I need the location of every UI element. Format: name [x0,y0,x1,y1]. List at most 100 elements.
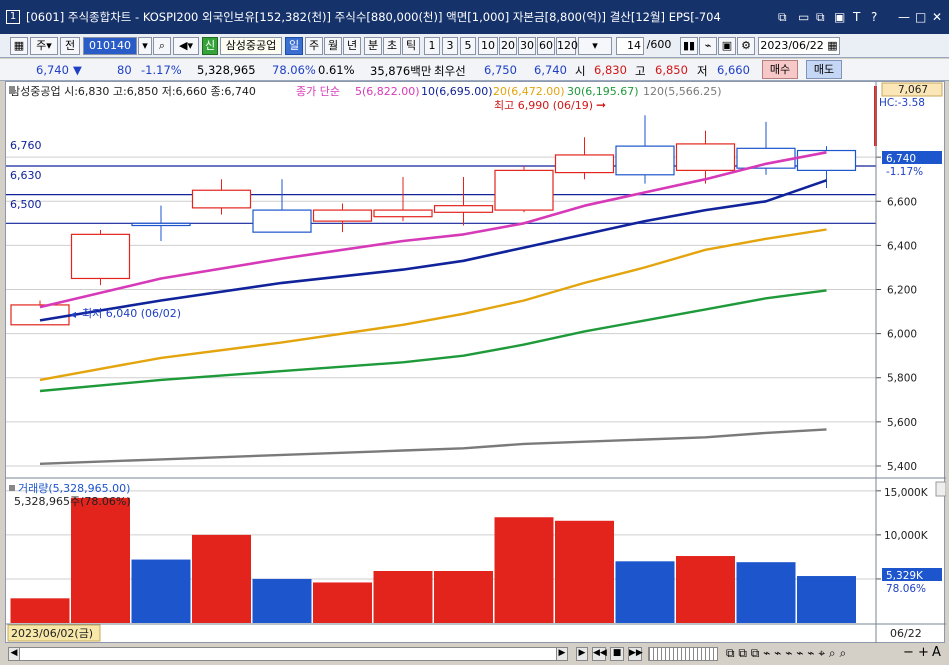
volume-value: 5,328,965 [197,63,256,77]
interval-1[interactable]: 1 [424,37,440,55]
price-tick-label: 6,400 [887,240,917,252]
save-icon[interactable]: ▣ [718,37,736,55]
volume-ratio: 78.06% [272,63,316,77]
period-tick[interactable]: 틱 [402,37,420,55]
sell-button[interactable]: 매도 [806,60,842,79]
text-icon[interactable]: T [853,10,860,24]
period-week[interactable]: 주 [305,37,323,55]
open-price: 6,830 [594,63,627,77]
minimize-icon[interactable]: ▭ [798,10,809,24]
minimize-window-icon[interactable]: — [898,10,910,24]
zoom-slider[interactable] [648,647,718,661]
price-tick-label: 5,600 [887,417,917,429]
price-tick-label: 5,400 [887,461,917,473]
nav-forward-icon[interactable]: ▶▶ [628,647,643,661]
nav-first-icon[interactable]: ▶ [576,647,588,661]
date-input[interactable]: 2023/06/22 ▦ [758,37,840,55]
interval-10[interactable]: 10 [478,37,498,55]
low-price: 6,660 [717,63,750,77]
interval-20[interactable]: 20 [499,37,517,55]
legend-ma30: 30(6,195.67) [567,85,639,98]
scroll-right-icon[interactable]: ▶ [556,647,568,661]
interval-60[interactable]: 60 [537,37,555,55]
volume-bar [736,562,796,623]
period-year[interactable]: 년 [343,37,361,55]
nav-stop-icon[interactable]: ■ [610,647,624,661]
code-dropdown-icon[interactable]: ▾ [138,37,152,55]
sound-icon[interactable]: ◀▾ [173,37,199,55]
zoom-a-icon[interactable]: A [932,645,941,660]
high-label: 고 [635,64,646,78]
price-tick-label: 6,200 [887,285,917,297]
chart-tool-icons[interactable]: ⧉ ⧉ ⧉ ⌁ ⌁ ⌁ ⌁ ⌁ ⌖ ⌕ ⌕ [726,646,846,661]
scroll-left-icon[interactable]: ◀ [8,647,20,661]
bid-price: 6,740 [534,63,567,77]
nav-rewind-icon[interactable]: ◀◀ [592,647,607,661]
prev-button[interactable]: 전 [60,37,80,55]
period-month[interactable]: 월 [324,37,342,55]
main-select[interactable]: 주▾ [30,37,58,55]
stock-code-input[interactable]: 010140 [83,37,137,55]
right-arrow-icon: ➞ [596,98,606,112]
top-right-value: 7,067 [898,84,928,96]
candle-body [433,205,494,213]
volume-bar [373,571,433,623]
zoom-minus-icon[interactable]: − [903,645,914,660]
volume-bar [797,576,856,623]
candle-body [615,145,675,176]
volume-bar [555,520,614,623]
change-value: 80 [117,63,132,77]
search-icon[interactable]: ⌕ [153,37,171,55]
candle-settings-icon[interactable]: ▮▮ [680,37,698,55]
maximize-window-icon[interactable]: □ [915,10,926,24]
volume-bar [313,582,372,623]
candle-body [191,189,252,209]
interval-5[interactable]: 5 [460,37,476,55]
volume-bar [71,497,130,623]
price-tick-label: 5,800 [887,373,917,385]
buy-button[interactable]: 매수 [762,60,798,79]
axis-current-pct: -1.17% [886,166,923,178]
volume-bar [252,578,312,623]
volume-bar [434,571,493,623]
layout-icon[interactable]: ▦ [10,37,28,55]
volume-bar [192,534,251,623]
volume-bar [10,598,70,623]
restore-icon[interactable]: ⧉ [778,10,787,25]
gear-icon[interactable]: ⚙ [737,37,755,55]
interval-30[interactable]: 30 [518,37,536,55]
close-window-icon[interactable]: ✕ [932,10,942,24]
volume-bar [615,561,675,623]
zoom-plus-icon[interactable]: + [918,645,929,660]
period-second[interactable]: 초 [383,37,401,55]
stock-chart-svg[interactable]: 6,8006,6006,4006,2006,0005,8005,6005,400… [6,82,947,644]
help-icon[interactable]: ? [871,10,877,24]
legend-stock: 삼성중공업 시:6,830 고:6,850 저:6,660 종:6,740 [10,85,256,98]
lock-icon[interactable]: ▣ [834,10,845,24]
horizontal-scrollbar[interactable] [8,647,568,661]
chart-tools-icon[interactable]: ⌁ [699,37,717,55]
trade-amount: 35,876백만 [370,64,432,78]
candle-body [70,233,131,280]
new-badge[interactable]: 신 [202,37,218,55]
best-price-label: 최우선 [434,64,466,78]
low-annotation: 최저 6,040 (06/02) [82,307,181,320]
toolbar: ▦ 주▾ 전 010140 ▾ ⌕ ◀▾ 신 삼성중공업 일 주 월 년 분 초… [0,34,949,58]
interval-dropdown[interactable]: ▾ [578,37,612,55]
volume-scroll-handle[interactable] [935,481,947,497]
chart-area[interactable]: 6,8006,6006,4006,2006,0005,8005,6005,400… [5,81,947,644]
period-day[interactable]: 일 [285,37,303,55]
legend-ma5: 5(6,822.00) [355,85,420,98]
copy-icon[interactable]: ⧉ [816,10,825,25]
hline-label-6760: 6,760 [10,139,42,152]
count-input[interactable]: 14 [616,37,644,55]
period-minute[interactable]: 분 [364,37,382,55]
price-axis: 6,8006,6006,4006,2006,0005,8005,6005,400 [876,152,917,473]
bottom-bar: ◀ ▶ ▶ ◀◀ ■ ▶▶ ⧉ ⧉ ⧉ ⌁ ⌁ ⌁ ⌁ ⌁ ⌖ ⌕ ⌕ − + … [0,643,949,665]
interval-120[interactable]: 120 [556,37,578,55]
volume-bar [676,556,735,623]
window-title: [0601] 주식종합차트 - KOSPI200 외국인보유[152,382(천… [26,10,721,24]
volume-tick-10000k: 10,000K [884,530,929,542]
interval-3[interactable]: 3 [442,37,458,55]
volume-current: 5,329K [886,570,924,582]
